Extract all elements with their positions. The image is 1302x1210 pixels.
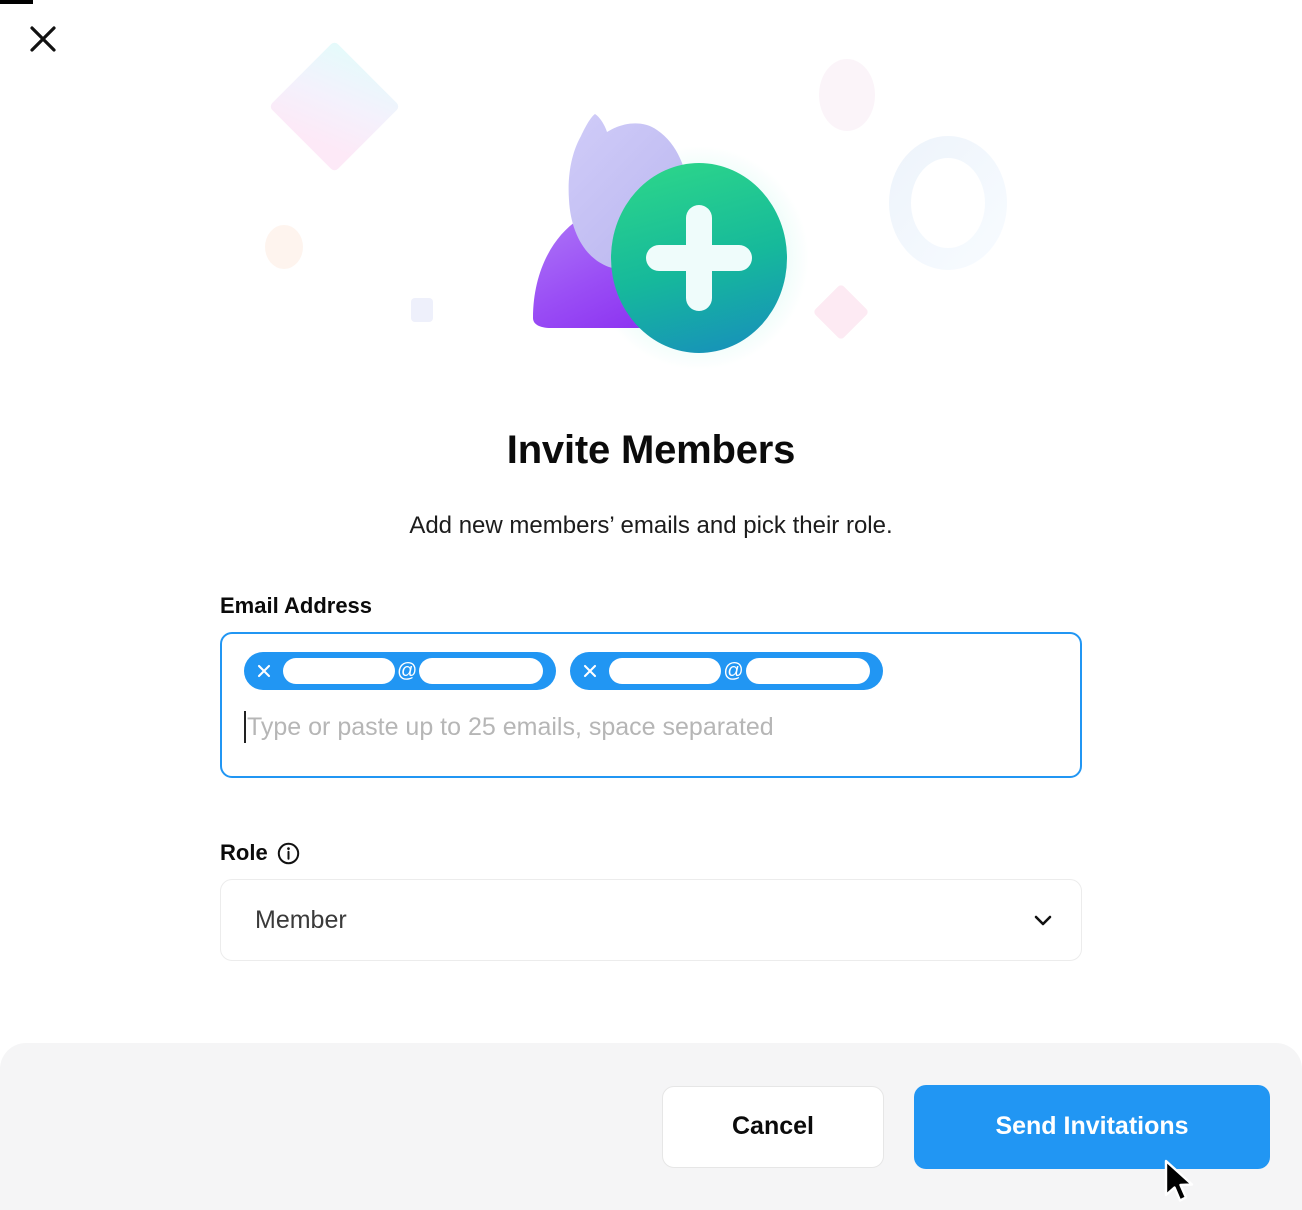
chip-domain-redacted xyxy=(419,658,544,685)
illustration-svg xyxy=(265,42,1007,370)
text-caret xyxy=(244,711,246,744)
info-icon[interactable] xyxy=(277,842,300,865)
chip-domain-redacted xyxy=(745,658,870,685)
dialog-body: Invite Members Add new members’ emails a… xyxy=(0,400,1302,962)
decor-ellipse-pink xyxy=(819,59,875,131)
send-invitations-button[interactable]: Send Invitations xyxy=(914,1084,1270,1169)
role-select-value: Member xyxy=(255,905,347,934)
chip-local-redacted xyxy=(283,658,395,685)
chevron-down-glyph xyxy=(1034,915,1052,926)
role-field-block: Role Member xyxy=(220,778,1082,962)
invite-members-dialog: Invite Members Add new members’ emails a… xyxy=(0,0,1302,1210)
info-circle-glyph xyxy=(277,842,299,864)
role-field-label: Role xyxy=(220,840,1082,866)
decor-diamond-large xyxy=(270,42,399,171)
chip-at-separator: @ xyxy=(723,660,744,683)
email-input-placeholder: Type or paste up to 25 emails, space sep… xyxy=(247,712,774,741)
chip-local-redacted xyxy=(609,658,722,685)
decor-ellipse-peach xyxy=(265,225,303,269)
decor-ring xyxy=(889,136,1007,270)
decor-diamond-small xyxy=(814,285,868,339)
chevron-down-icon[interactable] xyxy=(1031,908,1055,932)
chip-remove-icon[interactable] xyxy=(255,662,273,680)
email-field-label: Email Address xyxy=(220,593,1082,619)
dialog-subtitle: Add new members’ emails and pick their r… xyxy=(409,512,893,539)
cancel-button[interactable]: Cancel xyxy=(662,1085,884,1168)
invite-illustration xyxy=(0,40,1302,390)
email-input-row[interactable]: Type or paste up to 25 emails, space sep… xyxy=(244,710,1058,744)
top-edge-artifact xyxy=(0,0,33,4)
chip-email-text: @ xyxy=(283,658,544,685)
decor-square-blue xyxy=(411,298,433,322)
email-field-block: Email Address @ @ Type or paste up to 25… xyxy=(220,541,1082,779)
email-label-text: Email Address xyxy=(220,593,373,619)
role-select[interactable]: Member xyxy=(220,879,1082,962)
email-chip-list: @ @ xyxy=(244,652,1058,691)
chip-x-glyph xyxy=(257,665,271,678)
dialog-footer: Cancel Send Invitations xyxy=(0,1043,1302,1210)
email-chip[interactable]: @ xyxy=(244,652,557,691)
chip-x-glyph xyxy=(584,665,597,678)
page-title: Invite Members xyxy=(506,428,796,472)
chip-at-separator: @ xyxy=(397,660,418,683)
email-chip[interactable]: @ xyxy=(570,652,883,691)
chip-email-text: @ xyxy=(609,658,870,685)
role-label-text: Role xyxy=(220,840,268,866)
email-tag-input[interactable]: @ @ Type or paste up to 25 emails, space… xyxy=(220,632,1082,779)
chip-remove-icon[interactable] xyxy=(581,662,599,680)
